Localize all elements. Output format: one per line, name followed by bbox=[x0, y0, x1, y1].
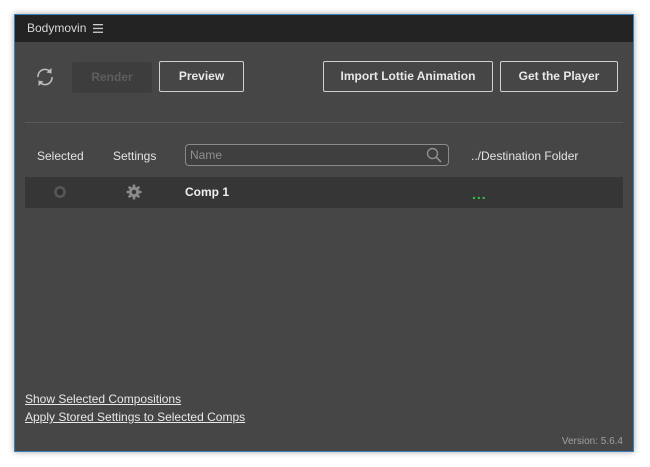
refresh-icon[interactable] bbox=[33, 65, 57, 89]
search-input[interactable] bbox=[190, 147, 418, 163]
gear-icon[interactable] bbox=[126, 184, 142, 200]
comp-name: Comp 1 bbox=[185, 185, 230, 199]
hamburger-menu-icon[interactable] bbox=[93, 24, 103, 33]
bodymovin-panel: Bodymovin Render Preview Import Lottie A… bbox=[14, 14, 634, 452]
get-the-player-button[interactable]: Get the Player bbox=[500, 61, 618, 92]
search-box bbox=[185, 144, 449, 166]
column-header-destination: ../Destination Folder bbox=[471, 149, 579, 163]
show-selected-compositions-link[interactable]: Show Selected Compositions bbox=[25, 392, 181, 406]
import-lottie-animation-button[interactable]: Import Lottie Animation bbox=[323, 61, 493, 92]
version-label: Version: 5.6.4 bbox=[561, 436, 623, 447]
search-icon bbox=[426, 147, 442, 163]
preview-button[interactable]: Preview bbox=[159, 61, 244, 92]
destination-folder-link[interactable]: ... bbox=[472, 187, 487, 201]
divider bbox=[25, 122, 623, 123]
panel-title: Bodymovin bbox=[27, 21, 87, 35]
apply-stored-settings-link[interactable]: Apply Stored Settings to Selected Comps bbox=[25, 410, 245, 424]
column-header-settings: Settings bbox=[113, 149, 157, 163]
column-header-selected: Selected bbox=[37, 149, 84, 163]
title-bar: Bodymovin bbox=[15, 15, 633, 42]
radio-icon[interactable] bbox=[53, 185, 67, 199]
table-row[interactable]: Comp 1 ... bbox=[25, 177, 623, 208]
render-button[interactable]: Render bbox=[72, 62, 152, 93]
